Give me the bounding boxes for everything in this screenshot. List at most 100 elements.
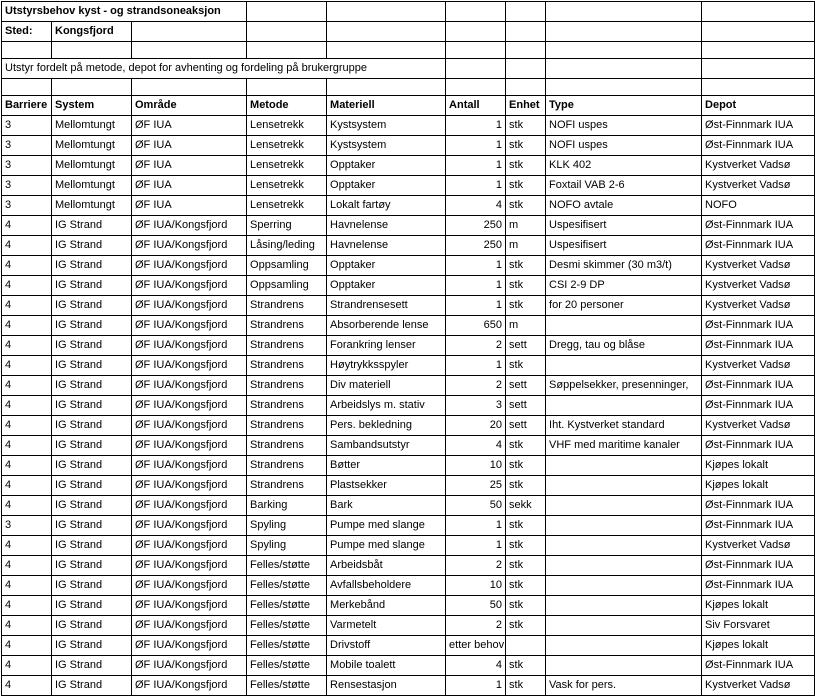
title-row: Utstyrsbehov kyst - og strandsoneaksjon [2,2,815,22]
table-cell: 50 [446,496,506,516]
table-cell: 3 [2,196,52,216]
table-cell: IG Strand [52,656,132,676]
table-row: 4IG StrandØF IUA/KongsfjordStrandrensStr… [2,296,815,316]
table-cell: ØF IUA/Kongsfjord [132,616,247,636]
table-cell: Kjøpes lokalt [702,456,815,476]
table-cell: 4 [2,656,52,676]
column-header: Barriere [2,96,52,116]
table-cell: ØF IUA/Kongsfjord [132,296,247,316]
table-row: 4IG StrandØF IUA/KongsfjordStrandrensArb… [2,396,815,416]
table-cell: sekk [506,496,546,516]
table-cell: Lensetrekk [247,176,327,196]
table-cell: Kystverket Vadsø [702,676,815,696]
table-cell: Strandrensesett [327,296,446,316]
table-row: 4IG StrandØF IUA/KongsfjordSpylingPumpe … [2,536,815,556]
table-cell: stk [506,156,546,176]
table-cell: 4 [2,416,52,436]
table-cell: NOFO avtale [546,196,702,216]
table-cell: 4 [2,376,52,396]
table-cell: Spyling [247,516,327,536]
table-cell: Øst-Finnmark IUA [702,556,815,576]
table-cell: stk [506,596,546,616]
table-cell: stk [506,456,546,476]
table-cell: Kystverket Vadsø [702,256,815,276]
table-cell: Sperring [247,216,327,236]
table-cell: stk [506,516,546,536]
table-cell: Strandrens [247,336,327,356]
table-cell: 20 [446,416,506,436]
table-cell: Kjøpes lokalt [702,636,815,656]
table-cell: IG Strand [52,296,132,316]
table-cell: Plastsekker [327,476,446,496]
table-cell: Låsing/leding [247,236,327,256]
table-cell: Kystverket Vadsø [702,156,815,176]
table-cell: stk [506,116,546,136]
table-cell: Øst-Finnmark IUA [702,496,815,516]
table-cell: Siv Forsvaret [702,616,815,636]
table-cell: Foxtail VAB 2-6 [546,176,702,196]
table-cell: Spyling [247,536,327,556]
table-cell: Opptaker [327,256,446,276]
table-cell: Div materiell [327,376,446,396]
table-cell [546,596,702,616]
table-cell: KLK 402 [546,156,702,176]
table-cell: Strandrens [247,396,327,416]
table-cell: IG Strand [52,516,132,536]
table-cell: sett [506,336,546,356]
subtitle-row: Utstyr fordelt på metode, depot for avhe… [2,59,815,79]
table-cell: stk [506,536,546,556]
table-cell: Barking [247,496,327,516]
table-cell: 4 [446,656,506,676]
table-row: 4IG StrandØF IUA/KongsfjordStrandrensBøt… [2,456,815,476]
table-cell: Drivstoff [327,636,446,656]
table-row: 3MellomtungtØF IUALensetrekkLokalt fartø… [2,196,815,216]
table-cell: Øst-Finnmark IUA [702,316,815,336]
table-cell: IG Strand [52,216,132,236]
table-cell: Kystverket Vadsø [702,356,815,376]
table-row: 4IG StrandØF IUA/KongsfjordFelles/støtte… [2,576,815,596]
table-cell: Uspesifisert [546,236,702,256]
table-cell: IG Strand [52,356,132,376]
table-cell: 4 [2,336,52,356]
table-cell: IG Strand [52,336,132,356]
table-cell: Søppelsekker, presenninger, [546,376,702,396]
table-cell: IG Strand [52,256,132,276]
table-cell: IG Strand [52,456,132,476]
sted-label: Sted: [2,22,52,42]
table-cell: Felles/støtte [247,596,327,616]
table-cell [546,316,702,336]
table-cell [546,356,702,376]
table-cell: stk [506,256,546,276]
table-cell: 4 [2,596,52,616]
table-cell: 650 [446,316,506,336]
table-cell: 4 [2,316,52,336]
table-cell: Strandrens [247,316,327,336]
table-cell: Strandrens [247,436,327,456]
table-cell: m [506,236,546,256]
table-cell: Strandrens [247,376,327,396]
table-cell: ØF IUA/Kongsfjord [132,596,247,616]
table-cell: Felles/støtte [247,616,327,636]
table-cell: 4 [2,356,52,376]
table-cell: Strandrens [247,456,327,476]
table-cell: stk [506,676,546,696]
table-cell [546,496,702,516]
table-cell: Desmi skimmer (30 m3/t) [546,256,702,276]
table-row: 3MellomtungtØF IUALensetrekkOpptaker1stk… [2,156,815,176]
table-cell: ØF IUA/Kongsfjord [132,576,247,596]
table-cell: IG Strand [52,636,132,656]
table-cell: IG Strand [52,376,132,396]
table-cell: 4 [2,556,52,576]
table-cell: 4 [2,576,52,596]
table-cell: Forankring lenser [327,336,446,356]
table-cell: NOFO [702,196,815,216]
table-cell: Pumpe med slange [327,536,446,556]
table-cell: ØF IUA/Kongsfjord [132,276,247,296]
table-row: 4IG StrandØF IUA/KongsfjordFelles/støtte… [2,616,815,636]
table-cell: sett [506,396,546,416]
table-cell: 3 [2,176,52,196]
table-cell: stk [506,196,546,216]
table-cell: Kystverket Vadsø [702,416,815,436]
table-cell: IG Strand [52,416,132,436]
table-cell: Bark [327,496,446,516]
